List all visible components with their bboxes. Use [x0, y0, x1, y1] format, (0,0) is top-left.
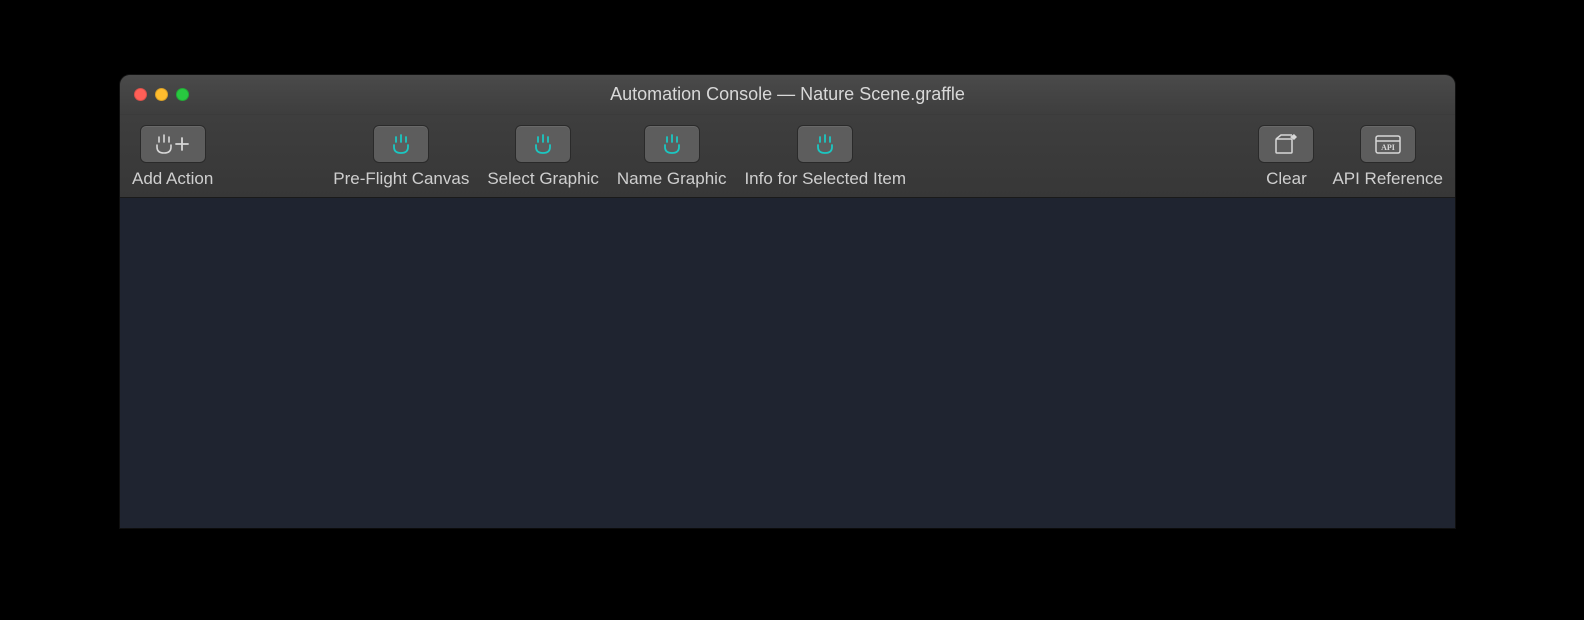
add-action-button[interactable] [140, 125, 206, 163]
action-icon [391, 133, 411, 155]
clear-button[interactable] [1258, 125, 1314, 163]
traffic-lights [120, 88, 189, 101]
preflight-canvas-label: Pre-Flight Canvas [333, 169, 469, 189]
window-title: Automation Console — Nature Scene.graffl… [120, 84, 1455, 105]
name-graphic-group: Name Graphic [617, 125, 727, 189]
action-icon [662, 133, 682, 155]
api-reference-button[interactable]: API [1360, 125, 1416, 163]
info-selected-label: Info for Selected Item [744, 169, 906, 189]
toolbar: Add Action Pre-Flight Canvas [120, 115, 1455, 198]
maximize-window-icon[interactable] [176, 88, 189, 101]
action-plus-icon [155, 133, 191, 155]
select-graphic-group: Select Graphic [487, 125, 599, 189]
action-icon [533, 133, 553, 155]
svg-text:API: API [1381, 143, 1395, 152]
titlebar[interactable]: Automation Console — Nature Scene.graffl… [120, 75, 1455, 115]
minimize-window-icon[interactable] [155, 88, 168, 101]
console-content-area[interactable] [120, 198, 1455, 528]
action-icon [815, 133, 835, 155]
clear-label: Clear [1266, 169, 1307, 189]
add-action-label: Add Action [132, 169, 213, 189]
clear-group: Clear [1258, 125, 1314, 189]
close-window-icon[interactable] [134, 88, 147, 101]
name-graphic-button[interactable] [644, 125, 700, 163]
api-reference-group: API API Reference [1332, 125, 1443, 189]
select-graphic-label: Select Graphic [487, 169, 599, 189]
preflight-canvas-button[interactable] [373, 125, 429, 163]
api-reference-label: API Reference [1332, 169, 1443, 189]
add-action-group: Add Action [132, 125, 213, 189]
trash-sparkle-icon [1273, 133, 1299, 155]
info-selected-button[interactable] [797, 125, 853, 163]
info-selected-group: Info for Selected Item [744, 125, 906, 189]
automation-console-window: Automation Console — Nature Scene.graffl… [120, 75, 1455, 528]
preflight-canvas-group: Pre-Flight Canvas [333, 125, 469, 189]
api-box-icon: API [1374, 133, 1402, 155]
select-graphic-button[interactable] [515, 125, 571, 163]
name-graphic-label: Name Graphic [617, 169, 727, 189]
